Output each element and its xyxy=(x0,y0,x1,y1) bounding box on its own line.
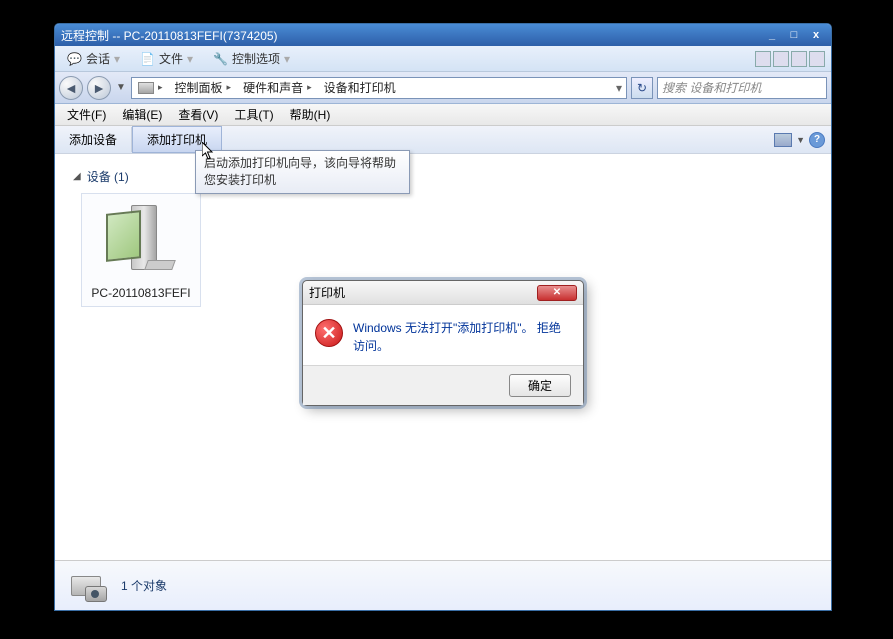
dialog-body: ✕ Windows 无法打开"添加打印机"。 拒绝访问。 xyxy=(303,305,583,365)
status-bar: 1 个对象 xyxy=(55,560,831,610)
devices-group-label: 设备 (1) xyxy=(87,168,129,185)
error-dialog: 打印机 ✕ ✕ Windows 无法打开"添加打印机"。 拒绝访问。 确定 xyxy=(302,280,584,406)
forward-button[interactable]: ► xyxy=(87,76,111,100)
breadcrumb-devices-printers[interactable]: 设备和打印机 xyxy=(318,79,402,96)
file-menu[interactable]: 📄 文件 ▾ xyxy=(134,49,199,68)
dialog-message: Windows 无法打开"添加打印机"。 拒绝访问。 xyxy=(353,319,571,355)
view-options-button[interactable] xyxy=(774,133,792,147)
status-text: 1 个对象 xyxy=(121,577,167,594)
toolbar-icon-1[interactable] xyxy=(755,51,771,67)
breadcrumb[interactable]: ▸ 控制面板 ▸ 硬件和声音 ▸ 设备和打印机 ▾ xyxy=(131,77,627,99)
session-menu[interactable]: 💬 会话 ▾ xyxy=(61,49,126,68)
menu-view[interactable]: 查看(V) xyxy=(170,104,226,125)
dialog-close-button[interactable]: ✕ xyxy=(537,285,577,301)
dialog-footer: 确定 xyxy=(303,365,583,405)
view-dropdown[interactable]: ▼ xyxy=(796,135,805,145)
device-item[interactable]: PC-20110813FEFI xyxy=(81,193,201,307)
menu-bar: 文件(F) 编辑(E) 查看(V) 工具(T) 帮助(H) xyxy=(55,104,831,126)
collapse-arrow-icon[interactable]: ◢ xyxy=(73,171,81,182)
titlebar-text: 远程控制 -- PC-20110813FEFI(7374205) xyxy=(61,27,763,44)
toolbar-icon-2[interactable] xyxy=(773,51,789,67)
dialog-title-text: 打印机 xyxy=(309,284,345,301)
breadcrumb-hardware-sound[interactable]: 硬件和声音 ▸ xyxy=(237,79,318,96)
window-controls: _ □ x xyxy=(763,28,825,42)
back-button[interactable]: ◄ xyxy=(59,76,83,100)
computer-icon xyxy=(138,82,154,94)
add-printer-button[interactable]: 添加打印机 xyxy=(132,126,222,153)
help-button[interactable]: ? xyxy=(809,132,825,148)
breadcrumb-control-panel[interactable]: 控制面板 ▸ xyxy=(169,79,238,96)
minimize-button[interactable]: _ xyxy=(763,28,781,42)
navigation-bar: ◄ ► ▼ ▸ 控制面板 ▸ 硬件和声音 ▸ 设备和打印机 ▾ ↻ 搜索 设备和… xyxy=(55,72,831,104)
command-bar: 添加设备 添加打印机 ▼ ? xyxy=(55,126,831,154)
dialog-titlebar[interactable]: 打印机 ✕ xyxy=(303,281,583,305)
add-device-button[interactable]: 添加设备 xyxy=(55,127,132,152)
remote-toolbar: 💬 会话 ▾ 📄 文件 ▾ 🔧 控制选项 ▾ xyxy=(55,46,831,72)
menu-edit[interactable]: 编辑(E) xyxy=(114,104,170,125)
menu-tools[interactable]: 工具(T) xyxy=(226,104,281,125)
close-button[interactable]: x xyxy=(807,28,825,42)
toolbar-icon-3[interactable] xyxy=(791,51,807,67)
ok-button[interactable]: 确定 xyxy=(509,374,571,397)
error-icon: ✕ xyxy=(315,319,343,347)
breadcrumb-root[interactable]: ▸ xyxy=(132,82,169,94)
menu-help[interactable]: 帮助(H) xyxy=(282,104,339,125)
maximize-button[interactable]: □ xyxy=(785,28,803,42)
titlebar[interactable]: 远程控制 -- PC-20110813FEFI(7374205) _ □ x xyxy=(55,24,831,46)
add-printer-tooltip: 启动添加打印机向导，该向导将帮助 您安装打印机 xyxy=(195,150,410,194)
search-placeholder: 搜索 设备和打印机 xyxy=(662,79,761,96)
toolbar-icon-4[interactable] xyxy=(809,51,825,67)
devices-group-header[interactable]: ◢ 设备 (1) xyxy=(73,164,813,189)
device-label: PC-20110813FEFI xyxy=(88,286,194,300)
search-input[interactable]: 搜索 设备和打印机 xyxy=(657,77,827,99)
breadcrumb-dropdown[interactable]: ▾ xyxy=(612,81,626,95)
nav-history-dropdown[interactable]: ▼ xyxy=(115,82,127,93)
control-options-menu[interactable]: 🔧 控制选项 ▾ xyxy=(207,49,296,68)
computer-device-icon xyxy=(101,200,181,280)
devices-status-icon xyxy=(67,568,109,604)
menu-file[interactable]: 文件(F) xyxy=(59,104,114,125)
refresh-button[interactable]: ↻ xyxy=(631,77,653,99)
